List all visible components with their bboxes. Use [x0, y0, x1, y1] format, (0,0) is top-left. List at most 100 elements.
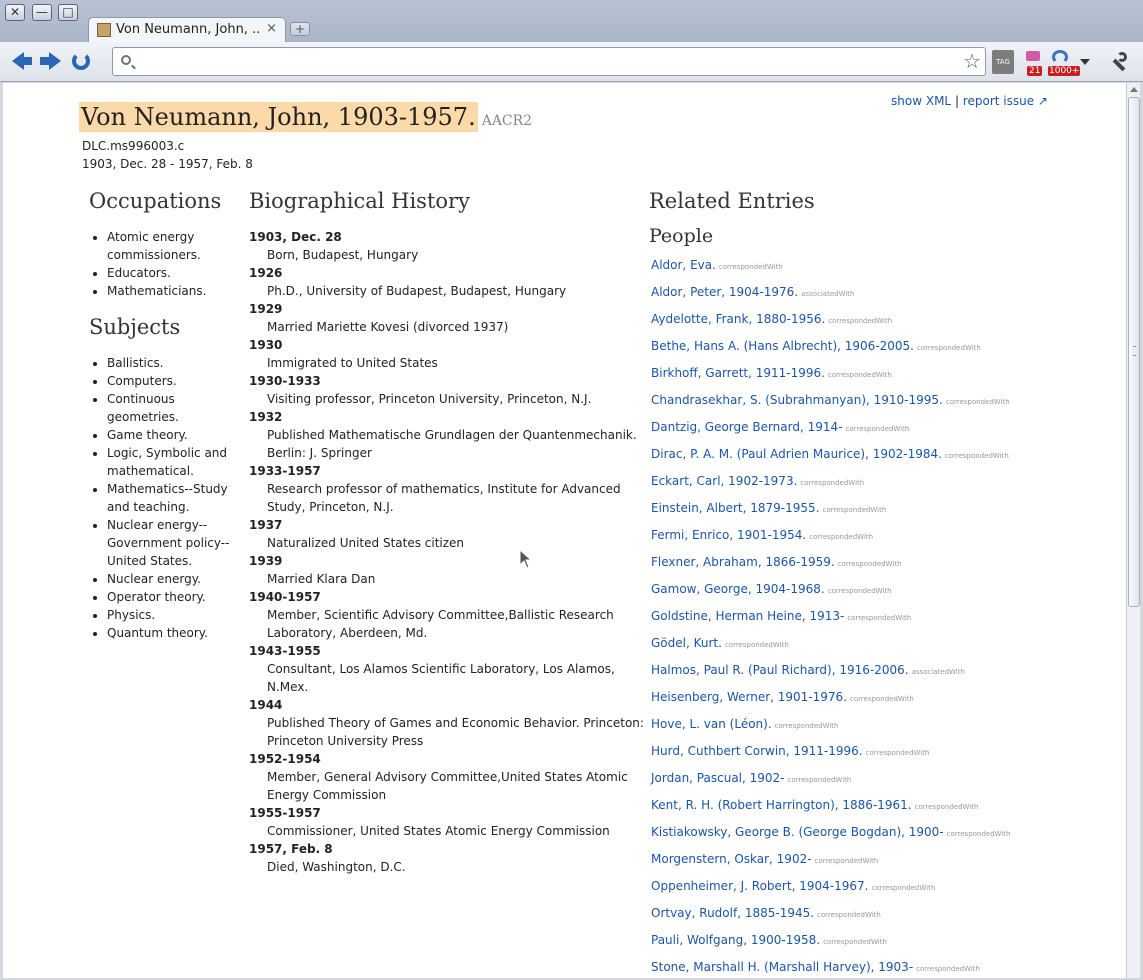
tab-strip: ✕ — □ Von Neumann, John, ... × +	[0, 0, 1143, 42]
extensions-dropdown-icon[interactable]	[1080, 59, 1090, 65]
forward-button[interactable]	[39, 50, 63, 72]
window-minimize-button[interactable]: —	[32, 4, 52, 21]
scroll-up-icon[interactable]	[1130, 87, 1138, 92]
related-person-item: Heisenberg, Werner, 1901-1976. correspond…	[651, 690, 1111, 717]
subjects-heading: Subjects	[89, 315, 181, 339]
related-person-link[interactable]: Kistiakowsky, George B. (George Bogdan),…	[651, 825, 944, 839]
bio-date: 1932	[249, 410, 283, 424]
bio-date: 1944	[249, 698, 283, 712]
bio-date: 1957, Feb. 8	[249, 842, 333, 856]
bio-date: 1930-1933	[249, 374, 321, 388]
window-close-button[interactable]: ✕	[5, 4, 25, 21]
bio-event: Consultant, Los Alamos Scientific Labora…	[267, 662, 615, 694]
relation-type: correspondedWith	[850, 695, 914, 703]
bio-event: Died, Washington, D.C.	[267, 860, 406, 874]
report-issue-link[interactable]: report issue ↗	[963, 94, 1048, 108]
occupations-heading: Occupations	[89, 189, 222, 213]
relation-type: correspondedWith	[724, 641, 789, 649]
related-person-link[interactable]: Aldor, Peter, 1904-1976.	[651, 285, 798, 299]
related-person-link[interactable]: Dirac, P. A. M. (Paul Adrien Maurice), 1…	[651, 447, 942, 461]
tag-extension-icon[interactable]: TAG	[992, 50, 1014, 74]
related-person-link[interactable]: Fermi, Enrico, 1901-1954.	[651, 528, 806, 542]
biographical-history-list: 1903, Dec. 28 Born, Budapest, Hungary 1926…	[249, 228, 649, 876]
related-person-link[interactable]: Hove, L. van (Léon).	[651, 717, 772, 731]
reload-button[interactable]	[69, 50, 93, 72]
window-maximize-button[interactable]: □	[58, 4, 78, 21]
bio-event: Member, General Advisory Committee,Unite…	[267, 770, 628, 802]
related-person-item: Aldor, Peter, 1904-1976. associatedWith	[651, 285, 1111, 312]
related-person-link[interactable]: Gödel, Kurt.	[651, 636, 722, 650]
related-person-link[interactable]: Stone, Marshall H. (Marshall Harvey), 19…	[651, 960, 913, 974]
related-entries-heading: Related Entries	[649, 189, 815, 213]
related-person-link[interactable]: Aldor, Eva.	[651, 258, 716, 272]
related-person-link[interactable]: Hurd, Cuthbert Corwin, 1911-1996.	[651, 744, 863, 758]
related-person-link[interactable]: Goldstine, Herman Heine, 1913-	[651, 609, 844, 623]
bio-event: Commissioner, United States Atomic Energ…	[267, 824, 610, 838]
related-person-link[interactable]: Jordan, Pascual, 1902-	[651, 771, 785, 785]
mail-extension-icon[interactable]: 21	[1022, 50, 1046, 76]
related-person-item: Jordan, Pascual, 1902- correspondedWith	[651, 771, 1111, 798]
related-person-link[interactable]: Dantzig, George Bernard, 1914-	[651, 420, 842, 434]
address-input[interactable]	[141, 52, 961, 72]
related-person-link[interactable]: Bethe, Hans A. (Hans Albrecht), 1906-200…	[651, 339, 914, 353]
related-person-link[interactable]: Aydelotte, Frank, 1880-1956.	[651, 312, 825, 326]
relation-type: correspondedWith	[847, 614, 912, 622]
vertical-scrollbar[interactable]	[1126, 83, 1140, 978]
relation-type: correspondedWith	[827, 371, 892, 379]
feed-extension-badge: 1000+	[1048, 66, 1081, 76]
related-person-link[interactable]: Oppenheimer, J. Robert, 1904-1967.	[651, 879, 868, 893]
favicon-icon	[97, 23, 111, 37]
omnibox[interactable]: ☆	[112, 47, 986, 76]
related-person-link[interactable]: Ortvay, Rudolf, 1885-1945.	[651, 906, 814, 920]
related-person-link[interactable]: Gamow, George, 1904-1968.	[651, 582, 825, 596]
back-button[interactable]	[10, 50, 34, 72]
related-person-link[interactable]: Pauli, Wolfgang, 1900-1958.	[651, 933, 820, 947]
related-person-item: Kistiakowsky, George B. (George Bogdan),…	[651, 825, 1111, 852]
related-person-link[interactable]: Flexner, Abraham, 1866-1959.	[651, 555, 835, 569]
related-person-item: Kent, R. H. (Robert Harrington), 1886-19…	[651, 798, 1111, 825]
bio-date: 1943-1955	[249, 644, 321, 658]
subjects-list: Ballistics.Computers.Continuous geometri…	[89, 354, 239, 642]
rules-label: AACR2	[481, 113, 533, 129]
related-person-item: Ortvay, Rudolf, 1885-1945. correspondedWi…	[651, 906, 1111, 933]
relation-type: correspondedWith	[827, 587, 892, 595]
people-list: Aldor, Eva. correspondedWith Aldor, Peter,…	[651, 258, 1111, 978]
relation-type: correspondedWith	[945, 398, 1010, 406]
forward-arrow-icon	[49, 52, 61, 70]
subject-item: Continuous geometries.	[107, 390, 239, 426]
related-person-link[interactable]: Halmos, Paul R. (Paul Richard), 1916-200…	[651, 663, 909, 677]
related-person-item: Hove, L. van (Léon). correspondedWith	[651, 717, 1111, 744]
related-person-link[interactable]: Einstein, Albert, 1879-1955.	[651, 501, 819, 515]
people-heading: People	[649, 225, 714, 247]
top-links: show XML | report issue ↗	[891, 94, 1048, 108]
bio-event: Visiting professor, Princeton University…	[267, 392, 592, 406]
bookmark-star-icon[interactable]: ☆	[963, 50, 981, 72]
related-person-link[interactable]: Eckart, Carl, 1902-1973.	[651, 474, 797, 488]
relation-type: correspondedWith	[917, 344, 981, 352]
bio-event: Immigrated to United States	[267, 356, 438, 370]
related-person-link[interactable]: Chandrasekhar, S. (Subrahmanyan), 1910-1…	[651, 393, 943, 407]
tab-active[interactable]: Von Neumann, John, ... ×	[88, 17, 286, 42]
related-person-link[interactable]: Morgenstern, Oskar, 1902-	[651, 852, 812, 866]
show-xml-link[interactable]: show XML	[891, 94, 951, 108]
related-person-link[interactable]: Birkhoff, Garrett, 1911-1996.	[651, 366, 825, 380]
link-separator: |	[954, 94, 959, 108]
related-person-link[interactable]: Kent, R. H. (Robert Harrington), 1886-19…	[651, 798, 912, 812]
tab-close-icon[interactable]: ×	[266, 21, 277, 36]
entity-name: Von Neumann, John, 1903-1957.	[79, 102, 478, 132]
related-person-link[interactable]: Heisenberg, Werner, 1901-1976.	[651, 690, 847, 704]
relation-type: correspondedWith	[944, 452, 1009, 460]
relation-type: correspondedWith	[718, 263, 783, 271]
new-tab-button[interactable]: +	[290, 22, 310, 36]
subject-item: Operator theory.	[107, 588, 239, 606]
feed-extension-icon[interactable]: 1000+	[1048, 50, 1081, 76]
relation-type: correspondedWith	[800, 479, 865, 487]
wrench-menu-icon[interactable]	[1108, 52, 1128, 72]
related-person-item: Einstein, Albert, 1879-1955. corresponded…	[651, 501, 1111, 528]
scroll-thumb[interactable]	[1128, 97, 1140, 607]
related-person-item: Dirac, P. A. M. (Paul Adrien Maurice), 1…	[651, 447, 1111, 474]
related-person-item: Stone, Marshall H. (Marshall Harvey), 19…	[651, 960, 1111, 978]
subject-item: Mathematics--Study and teaching.	[107, 480, 239, 516]
bio-date: 1952-1954	[249, 752, 321, 766]
bio-event: Ph.D., University of Budapest, Budapest,…	[267, 284, 567, 298]
